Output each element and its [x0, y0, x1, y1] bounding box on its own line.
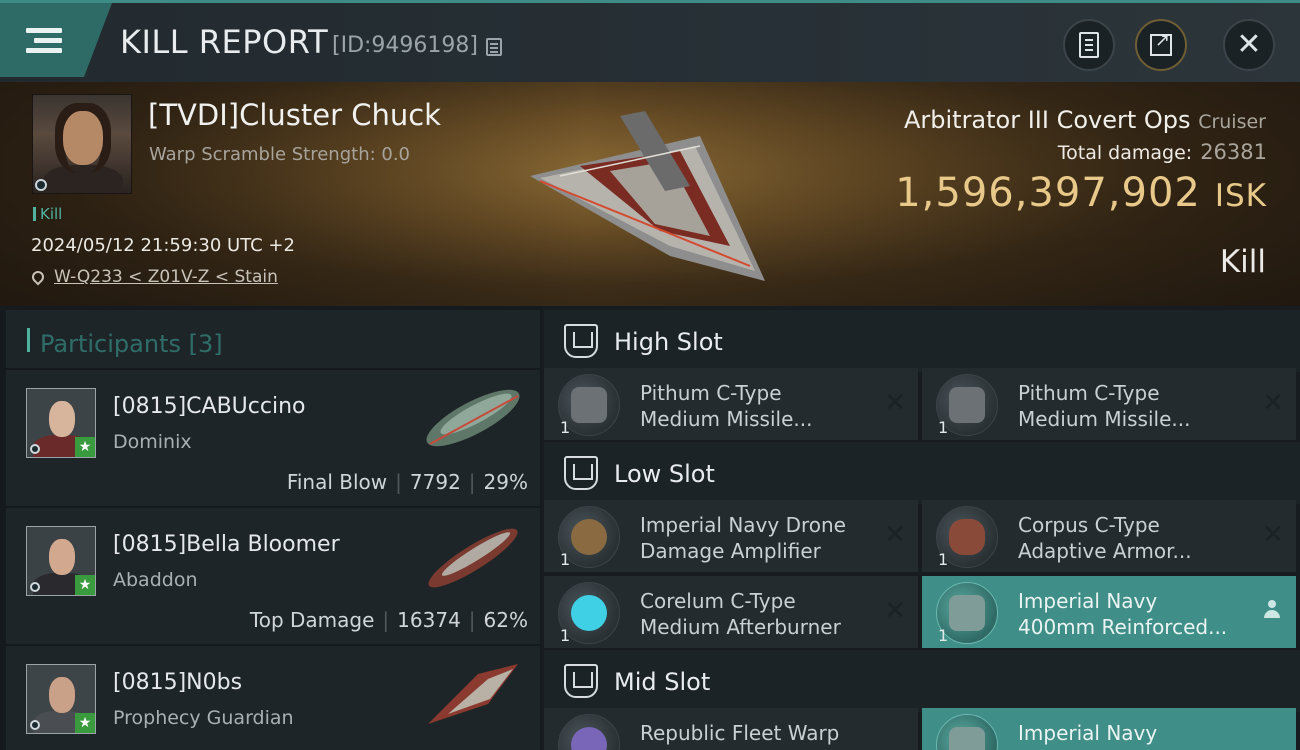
- victim-avatar[interactable]: [32, 94, 132, 194]
- kill-timestamp: 2024/05/12 21:59:30 UTC +2: [31, 235, 295, 256]
- fitting-panel: High Slot 1 Pithum C-Type Medium Missile.…: [542, 306, 1300, 750]
- mid-slot-icon: [564, 664, 598, 698]
- location-link[interactable]: W-Q233 < Z01V-Z < Stain: [54, 267, 278, 287]
- total-damage: Total damage: 26381: [1057, 140, 1267, 164]
- corp-icon: [30, 444, 40, 454]
- kill-summary: [TVDI]Cluster Chuck Warp Scramble Streng…: [0, 82, 1300, 306]
- participant-name[interactable]: [0815]CABUccino: [113, 394, 305, 419]
- low-slot-header: Low Slot: [544, 442, 1300, 504]
- kill-location[interactable]: W-Q233 < Z01V-Z < Stain: [29, 267, 278, 287]
- kill-tag: Kill: [33, 205, 62, 223]
- module-item[interactable]: 1 Imperial Navy 400mm Reinforced...: [922, 576, 1296, 648]
- corp-icon: [35, 179, 47, 191]
- corp-icon: [30, 720, 40, 730]
- close-button[interactable]: ✕: [1223, 19, 1275, 71]
- module-item[interactable]: 1 Imperial Navy Drone Damage Amplifier ✕: [544, 500, 918, 572]
- mid-slot-header: Mid Slot: [544, 650, 1300, 712]
- destroyed-icon: ✕: [1262, 520, 1284, 550]
- participant-stats: Final Blow | 7792 | 29%: [286, 470, 528, 494]
- participants-header: Participants [3]: [6, 310, 540, 368]
- participant-ship-image: [426, 389, 520, 447]
- destroyed-icon: ✕: [884, 596, 906, 626]
- star-icon: ★: [75, 437, 95, 457]
- clipboard-icon: [1079, 32, 1099, 58]
- clipboard-button[interactable]: [1063, 19, 1115, 71]
- participant-ship: Abaddon: [113, 569, 198, 591]
- isk-value: 1,596,397,902 ISK: [895, 170, 1267, 216]
- participant-row[interactable]: ★ [0815]N0bs Prophecy Guardian: [6, 646, 540, 750]
- share-icon: [1150, 30, 1172, 56]
- victim-ship-image: [530, 111, 765, 281]
- module-item[interactable]: 1 Corelum C-Type Medium Afterburner ✕: [544, 576, 918, 648]
- high-slot-icon: [564, 324, 598, 358]
- module-item[interactable]: 1 Pithum C-Type Medium Missile... ✕: [544, 368, 918, 440]
- share-button[interactable]: [1135, 19, 1187, 71]
- destroyed-icon: ✕: [884, 520, 906, 550]
- participant-stats: Top Damage | 16374 | 62%: [249, 608, 528, 632]
- victim-name[interactable]: [TVDI]Cluster Chuck: [148, 98, 441, 132]
- dropped-user-icon: [1264, 600, 1280, 620]
- participant-avatar[interactable]: ★: [26, 526, 96, 596]
- participant-row[interactable]: ★ [0815]CABUccino Dominix Final Blow | 779…: [6, 370, 540, 506]
- result-label: Kill: [1219, 244, 1266, 280]
- top-bar: KILL REPORT [ID:9496198] ✕: [0, 0, 1300, 82]
- page-title: KILL REPORT: [120, 23, 329, 61]
- participants-panel: Participants [3] ★ [0815]CABUccino Domin…: [0, 306, 542, 750]
- module-item[interactable]: Imperial Navy: [922, 708, 1296, 750]
- ship-class: Cruiser: [1198, 111, 1266, 133]
- ship-name[interactable]: Arbitrator III Covert Ops Cruiser: [904, 106, 1266, 134]
- high-slot-header: High Slot: [544, 310, 1300, 372]
- participant-name[interactable]: [0815]Bella Bloomer: [113, 532, 340, 557]
- report-id: [ID:9496198]: [332, 33, 478, 58]
- module-item[interactable]: 1 Corpus C-Type Adaptive Armor... ✕: [922, 500, 1296, 572]
- participant-ship-image: [428, 528, 518, 588]
- participant-ship: Dominix: [113, 431, 192, 453]
- module-item[interactable]: Republic Fleet Warp: [544, 708, 918, 750]
- low-slot-icon: [564, 456, 598, 490]
- corp-icon: [30, 582, 40, 592]
- participant-ship-image: [428, 664, 518, 724]
- participant-avatar[interactable]: ★: [26, 388, 96, 458]
- destroyed-icon: ✕: [884, 388, 906, 418]
- destroyed-icon: ✕: [1262, 388, 1284, 418]
- copy-icon[interactable]: [486, 38, 502, 56]
- participant-row[interactable]: ★ [0815]Bella Bloomer Abaddon Top Damage…: [6, 508, 540, 644]
- participant-ship: Prophecy Guardian: [113, 707, 294, 729]
- module-item[interactable]: 1 Pithum C-Type Medium Missile... ✕: [922, 368, 1296, 440]
- module-icon: [936, 714, 998, 750]
- star-icon: ★: [75, 713, 95, 733]
- close-icon: ✕: [1236, 27, 1262, 62]
- participant-name[interactable]: [0815]N0bs: [113, 670, 242, 695]
- participant-avatar[interactable]: ★: [26, 664, 96, 734]
- warp-scramble-strength: Warp Scramble Strength: 0.0: [149, 144, 411, 165]
- hamburger-icon: [26, 23, 62, 58]
- warp-module-icon: [558, 714, 620, 750]
- location-pin-icon: [29, 268, 47, 286]
- menu-button[interactable]: [0, 3, 112, 77]
- star-icon: ★: [75, 575, 95, 595]
